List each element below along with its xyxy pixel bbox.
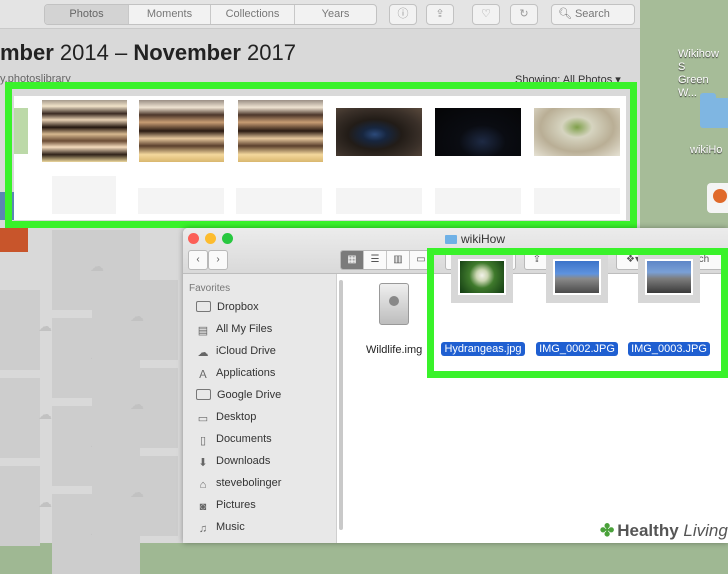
back-button[interactable]: ‹ [188, 250, 208, 270]
finder-window: wikiHow ‹ › ▦ ☰ ▥ ▭ ▤▾ ⚙▾ ⇪ ⌂ ❖▾ 🔍︎ Sear… [183, 228, 728, 543]
sidebar-item-desktop[interactable]: ▭ Desktop [196, 411, 257, 431]
rotate-icon: ↻ [519, 8, 529, 20]
documents-icon: ▯ [199, 435, 207, 447]
sidebar-item-downloads[interactable]: ⬇ Downloads [196, 455, 270, 475]
healthy-living-watermark: ✤ Healthy Living [596, 518, 728, 543]
desktop-folder-label[interactable]: wikiHo [690, 144, 722, 157]
applications-icon: Ａ [197, 369, 209, 381]
photos-search-field[interactable]: 🔍︎ Search [551, 4, 635, 25]
desktop-app-icon[interactable] [707, 183, 728, 213]
cloud-icon: ☁ [197, 347, 209, 359]
minimize-button[interactable] [205, 233, 216, 244]
coverflow-icon: ▭ [416, 254, 426, 265]
sidebar-item-dropbox[interactable]: Dropbox [196, 301, 259, 321]
tab-years[interactable]: Years [295, 5, 376, 24]
list-icon: ☰ [370, 254, 380, 265]
cloud-photo-placeholder[interactable] [0, 378, 52, 458]
downloads-icon: ⬇ [198, 457, 208, 469]
share-button[interactable]: ⇪ [426, 4, 454, 25]
close-button[interactable] [188, 233, 199, 244]
folder-icon [196, 301, 211, 312]
date-range-title: mber 2014 – November 2017 [0, 40, 296, 65]
sidebar-item-all-my-files[interactable]: ▤ All My Files [196, 323, 272, 343]
sidebar-item-applications[interactable]: Ａ Applications [196, 367, 276, 387]
photos-highlight-box [5, 82, 637, 228]
cloud-photo-placeholder[interactable] [92, 368, 178, 448]
favorites-header: Favorites [189, 283, 231, 294]
info-button[interactable]: ⓘ [389, 4, 417, 25]
desktop-icon: ▭ [197, 413, 209, 425]
sidebar-item-documents[interactable]: ▯ Documents [196, 433, 272, 453]
tab-moments[interactable]: Moments [129, 5, 211, 24]
disk-image-icon[interactable] [379, 283, 409, 325]
favorite-button[interactable]: ♡ [472, 4, 500, 25]
view-mode-control: ▦ ☰ ▥ ▭ [340, 250, 433, 270]
cloud-photo-placeholder[interactable] [92, 456, 178, 536]
finder-highlight-box [427, 248, 728, 378]
leaf-icon: ✤ [600, 521, 615, 540]
folder-icon [445, 235, 457, 244]
columns-icon: ▥ [393, 254, 403, 265]
info-icon: ⓘ [397, 8, 409, 20]
sidebar-item-pictures[interactable]: ◙ Pictures [196, 499, 256, 519]
grid-icon: ▦ [347, 254, 357, 265]
finder-title: wikiHow [445, 232, 505, 246]
sidebar-item-icloud-drive[interactable]: ☁ iCloud Drive [196, 345, 276, 365]
photo-tile[interactable] [0, 228, 28, 252]
heart-icon: ♡ [481, 8, 491, 20]
zoom-button[interactable] [222, 233, 233, 244]
rotate-button[interactable]: ↻ [510, 4, 538, 25]
cloud-photo-placeholder[interactable] [0, 466, 52, 546]
chevron-left-icon: ‹ [196, 254, 200, 265]
photos-toolbar: Photos Moments Collections Years ⓘ ⇪ ♡ ↻… [0, 0, 640, 29]
cloud-photo-placeholder[interactable] [92, 280, 178, 360]
files-icon: ▤ [197, 325, 209, 337]
list-view-button[interactable]: ☰ [364, 251, 387, 269]
file-item[interactable]: Wildlife.img [363, 343, 425, 357]
music-icon: ♫ [198, 523, 208, 535]
folder-icon [196, 389, 211, 400]
icon-view-button[interactable]: ▦ [341, 251, 364, 269]
chevron-right-icon: › [216, 254, 220, 265]
search-icon: 🔍︎ [558, 8, 572, 20]
home-icon: ⌂ [199, 479, 207, 491]
sidebar-scrollbar[interactable] [339, 280, 343, 530]
sidebar-item-home[interactable]: ⌂ stevebolinger [196, 477, 282, 497]
finder-sidebar: Favorites Dropbox ▤ All My Files ☁ iCloud … [183, 274, 337, 543]
tab-photos[interactable]: Photos [45, 5, 129, 24]
sidebar-item-google-drive[interactable]: Google Drive [196, 389, 281, 409]
forward-button[interactable]: › [208, 250, 228, 270]
column-view-button[interactable]: ▥ [387, 251, 410, 269]
cloud-photo-placeholder[interactable] [0, 290, 52, 370]
view-segmented-control: Photos Moments Collections Years [44, 4, 377, 25]
desktop-folder-icon[interactable] [700, 93, 728, 128]
tab-collections[interactable]: Collections [211, 5, 295, 24]
camera-icon: ◙ [199, 501, 207, 513]
sidebar-item-music[interactable]: ♫ Music [196, 521, 245, 541]
share-icon: ⇪ [435, 8, 445, 20]
